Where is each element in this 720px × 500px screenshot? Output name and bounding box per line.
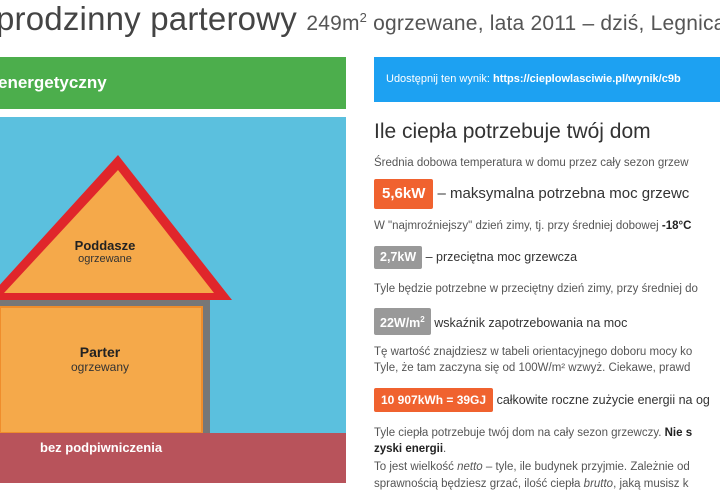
house-illustration (0, 155, 232, 434)
avg-power-row: 2,7kW – przeciętna moc grzewcza (374, 246, 577, 269)
brutto-text: sprawnością będziesz grzać, ilość ciepła… (374, 478, 689, 490)
season-text-2: zyski energii. (374, 443, 447, 455)
heated-area: 249m2 ogrzewane, lata 2011 – dziś, Legni… (306, 10, 720, 35)
house-type: prodzinny parterowy (0, 0, 297, 37)
table-text-1: Tę wartość znajdziesz w tabeli orientacy… (374, 346, 693, 358)
index-row: 22W/m2 wskaźnik zapotrzebowania na moc (374, 308, 628, 336)
avg-power-badge: 2,7kW (374, 246, 423, 269)
attic-label: Poddasze ogrzewane (74, 238, 136, 265)
netto-text: To jest wielkość netto – tyle, ile budyn… (374, 461, 690, 473)
table-text-2: Tyle, że tam zaczyna się od 100W/m² wzwy… (374, 362, 691, 374)
share-bar[interactable]: Udostępnij ten wynik: https://cieplowlas… (374, 57, 720, 102)
share-link[interactable]: https://cieplowlasciwie.pl/wynik/c9b (493, 73, 681, 85)
annual-badge: 10 907kWh = 39GJ (374, 388, 494, 412)
attic (4, 170, 214, 293)
ground-floor-label: Parter ogrzewany (70, 344, 130, 374)
results-heading: Ile ciepła potrzebuje twój dom (374, 120, 651, 143)
index-text: wskaźnik zapotrzebowania na moc (434, 316, 628, 331)
max-power-row: 5,6kW – maksymalna potrzebna moc grzewc (374, 179, 689, 209)
page-title: prodzinny parterowy 249m2 ogrzewane, lat… (0, 0, 720, 38)
max-power-text: – maksymalna potrzebna moc grzewc (437, 185, 690, 202)
coldest-day-text: W "najmroźniejszy" dzień zimy, tj. przy … (374, 220, 692, 232)
avg-temp-text: Średnia dobowa temperatura w domu przez … (374, 157, 689, 169)
basement-band: bez podpiwniczenia (0, 433, 346, 483)
annual-text: całkowite roczne zużycie energii na og (496, 393, 710, 407)
avg-day-text: Tyle będzie potrzebne w przeciętny dzień… (374, 283, 698, 295)
energy-class-band: energetyczny (0, 57, 346, 109)
share-prefix: Udostępnij ten wynik: (386, 73, 490, 85)
annual-row: 10 907kWh = 39GJ całkowite roczne zużyci… (374, 388, 710, 412)
avg-power-text: – przeciętna moc grzewcza (425, 250, 578, 264)
max-power-badge: 5,6kW (374, 179, 434, 209)
index-badge: 22W/m2 (374, 308, 431, 336)
season-text: Tyle ciepła potrzebuje twój dom na cały … (374, 427, 693, 439)
